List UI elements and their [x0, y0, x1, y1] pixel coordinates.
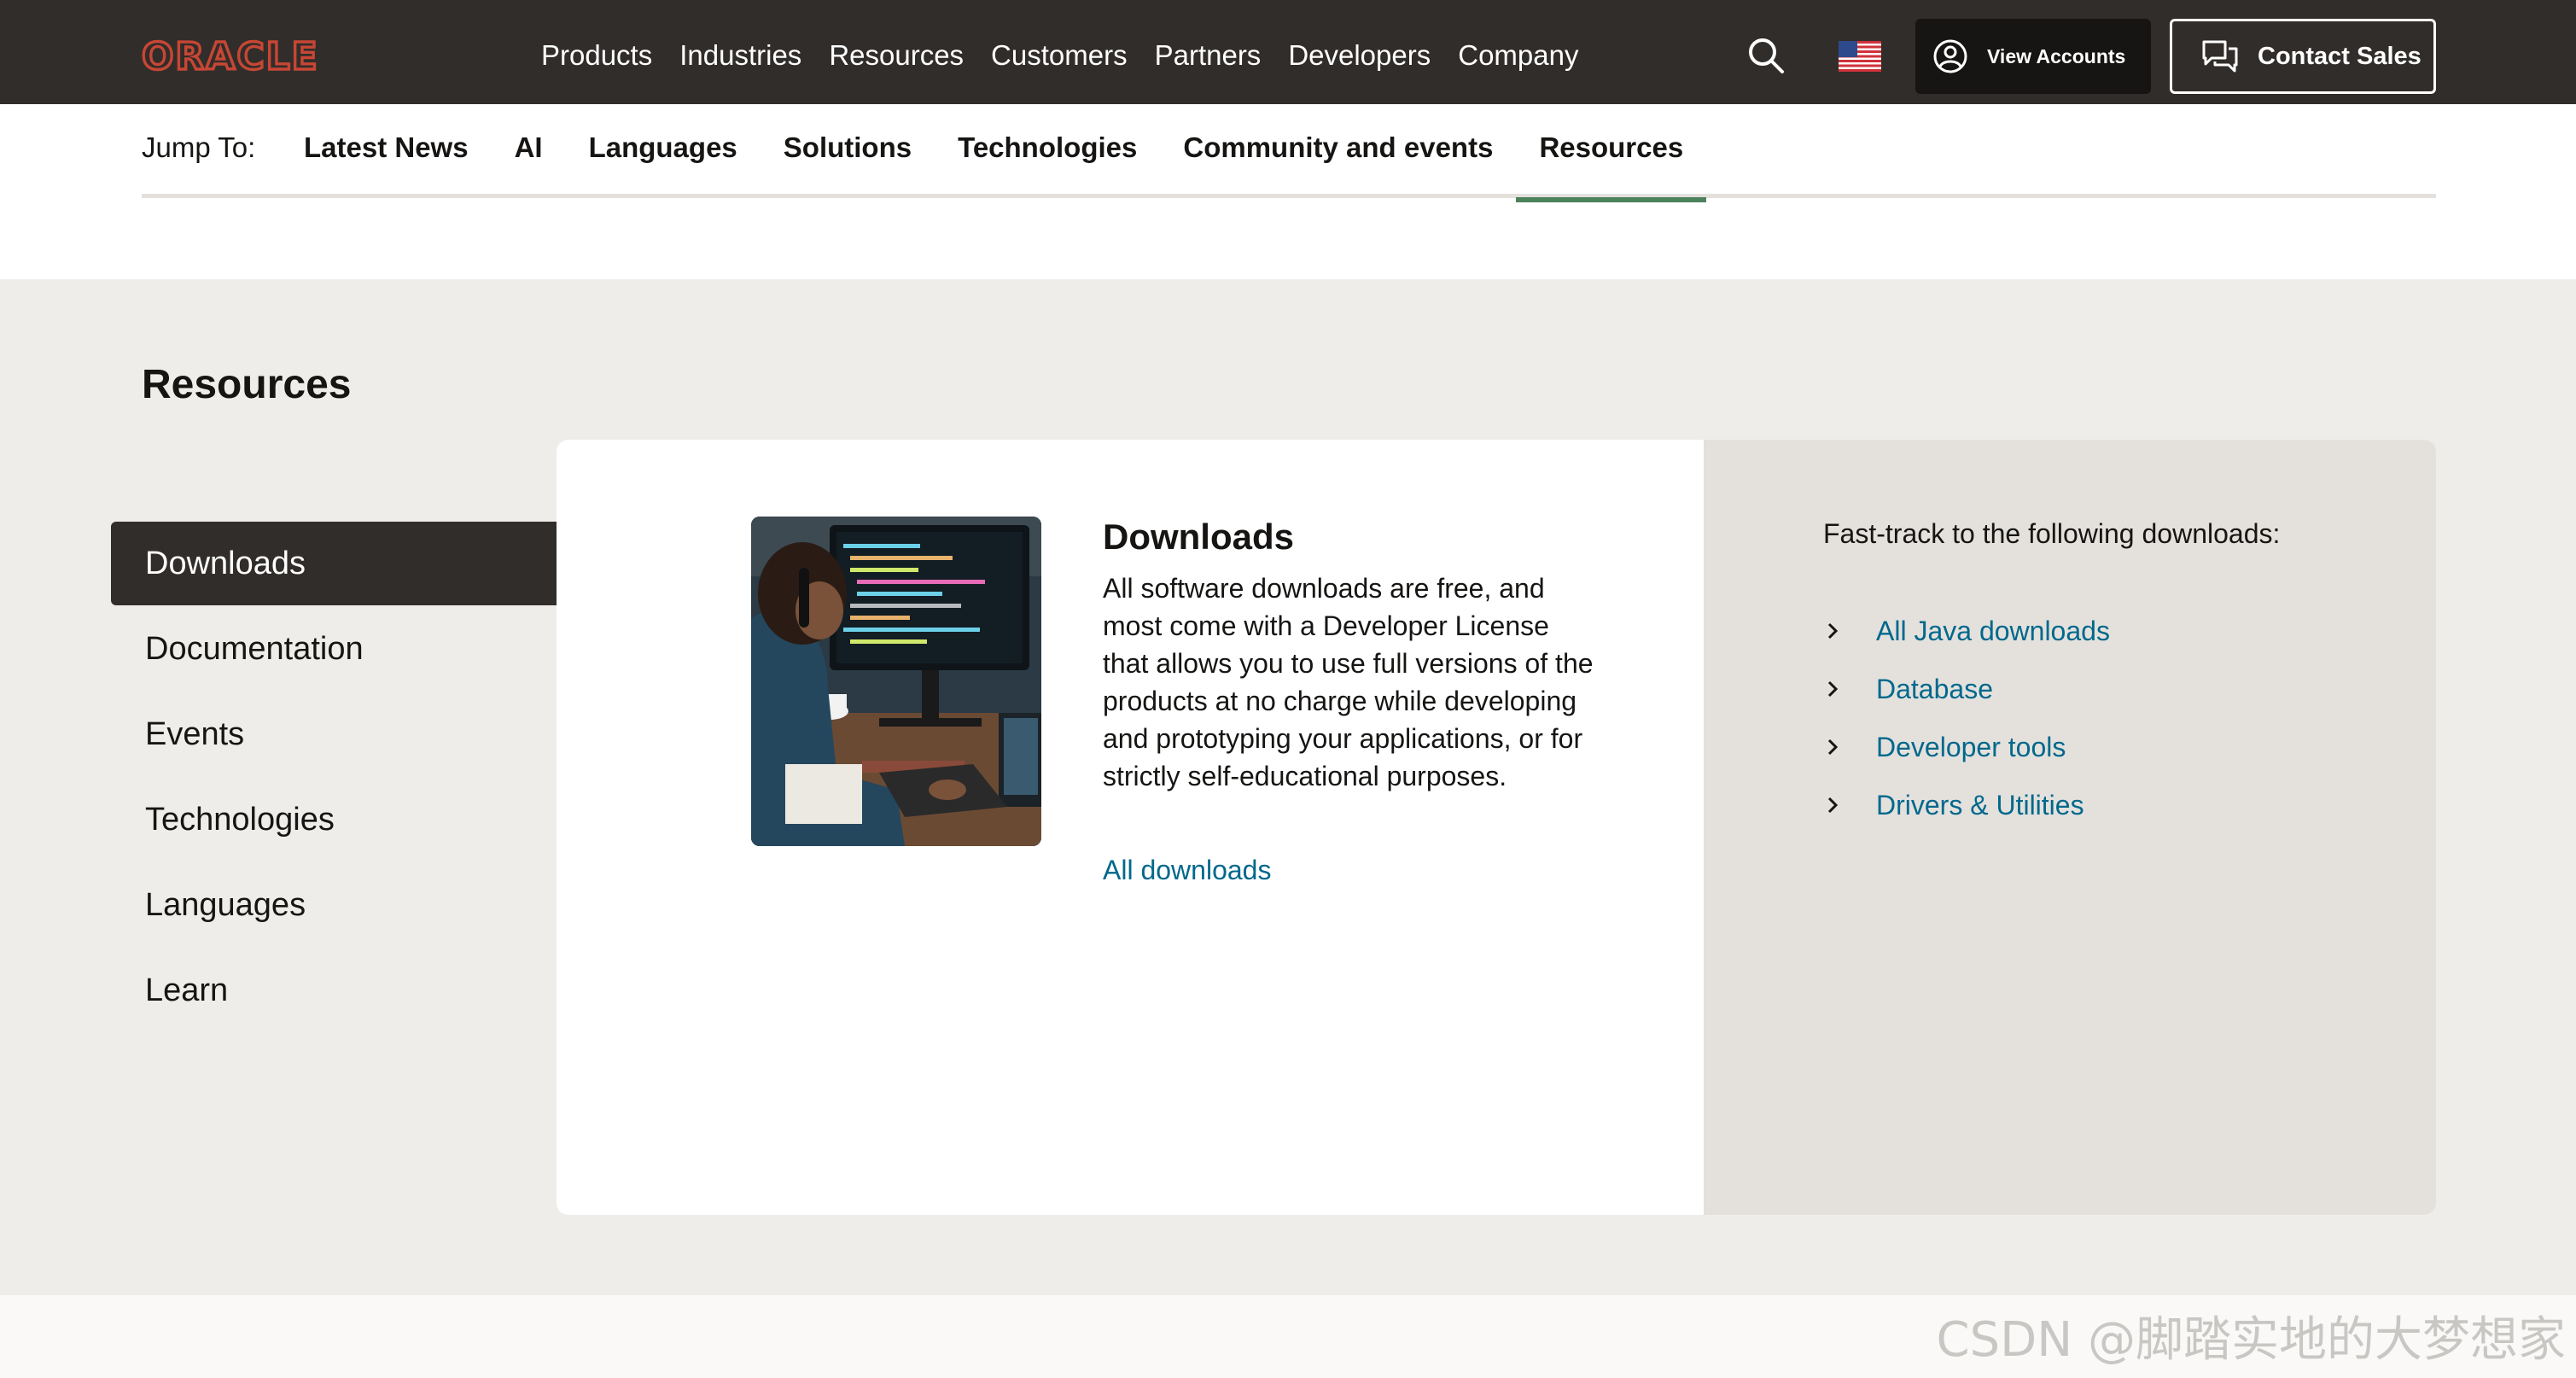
watermark-text: CSDN @脚踏实地的大梦想家	[1936, 1312, 2566, 1368]
downloads-body: All software downloads are free, and mos…	[1103, 573, 1594, 791]
jump-technologies[interactable]: Technologies	[935, 104, 1160, 198]
developer-at-computer-image	[751, 517, 1041, 846]
view-accounts-button[interactable]: View Accounts	[1915, 19, 2151, 94]
chevron-right-icon	[1827, 797, 1839, 814]
chevron-right-icon	[1827, 680, 1839, 698]
primary-nav: Products Industries Resources Customers …	[541, 3, 1592, 108]
jump-to-label: Jump To:	[142, 131, 256, 163]
contact-sales-label: Contact Sales	[2258, 42, 2422, 70]
nav-developers[interactable]: Developers	[1274, 3, 1444, 108]
view-accounts-label: View Accounts	[1987, 44, 2126, 67]
jump-links: Latest News AI Languages Solutions Techn…	[304, 104, 1706, 202]
svg-text:ORACLE: ORACLE	[142, 38, 319, 73]
us-flag-icon[interactable]	[1839, 41, 1881, 72]
jump-solutions[interactable]: Solutions	[761, 104, 935, 198]
downloads-heading: Downloads	[1103, 517, 1295, 557]
nav-products[interactable]: Products	[541, 3, 666, 108]
jump-to-bar: Jump To: Latest News AI Languages Soluti…	[142, 104, 2436, 202]
fasttrack-link-label: Drivers & Utilities	[1876, 789, 2084, 820]
fasttrack-link-label: Developer tools	[1876, 731, 2066, 762]
jump-languages[interactable]: Languages	[566, 104, 761, 198]
nav-partners[interactable]: Partners	[1141, 3, 1275, 108]
downloads-description: Downloads All software downloads are fre…	[1103, 517, 1598, 886]
resources-section: Resources Downloads Documentation Events…	[0, 279, 2576, 1295]
chevron-right-icon	[1827, 739, 1839, 756]
fasttrack-link-drivers-utilities[interactable]: Drivers & Utilities	[1823, 776, 2110, 834]
fasttrack-link-database[interactable]: Database	[1823, 660, 2110, 718]
fasttrack-link-label: Database	[1876, 673, 1993, 704]
oracle-logo[interactable]: ORACLE	[142, 38, 347, 73]
nav-company[interactable]: Company	[1444, 3, 1592, 108]
chevron-right-icon	[1827, 622, 1839, 639]
fasttrack-lead: Fast-track to the following downloads:	[1823, 518, 2281, 549]
downloads-card: Downloads All software downloads are fre…	[557, 440, 2436, 1215]
section-title: Resources	[142, 362, 352, 407]
top-navigation-bar: ORACLE Products Industries Resources Cus…	[0, 0, 2576, 104]
nav-industries[interactable]: Industries	[666, 3, 815, 108]
chat-bubbles-icon	[2202, 40, 2238, 73]
fasttrack-links: All Java downloads Database Developer to…	[1823, 602, 2110, 834]
fasttrack-link-java[interactable]: All Java downloads	[1823, 602, 2110, 660]
jump-community-and-events[interactable]: Community and events	[1160, 104, 1516, 198]
contact-sales-button[interactable]: Contact Sales	[2170, 19, 2436, 94]
user-circle-icon	[1933, 39, 1967, 73]
nav-customers[interactable]: Customers	[977, 3, 1141, 108]
jump-resources[interactable]: Resources	[1516, 104, 1706, 202]
jump-ai[interactable]: AI	[492, 104, 566, 198]
fasttrack-link-developer-tools[interactable]: Developer tools	[1823, 718, 2110, 776]
search-icon[interactable]	[1746, 36, 1786, 75]
fasttrack-link-label: All Java downloads	[1876, 615, 2110, 646]
all-downloads-link[interactable]: All downloads	[1103, 855, 1598, 886]
fasttrack-panel: Fast-track to the following downloads: A…	[1704, 440, 2436, 1215]
jump-latest-news[interactable]: Latest News	[304, 104, 492, 198]
nav-resources[interactable]: Resources	[815, 3, 977, 108]
